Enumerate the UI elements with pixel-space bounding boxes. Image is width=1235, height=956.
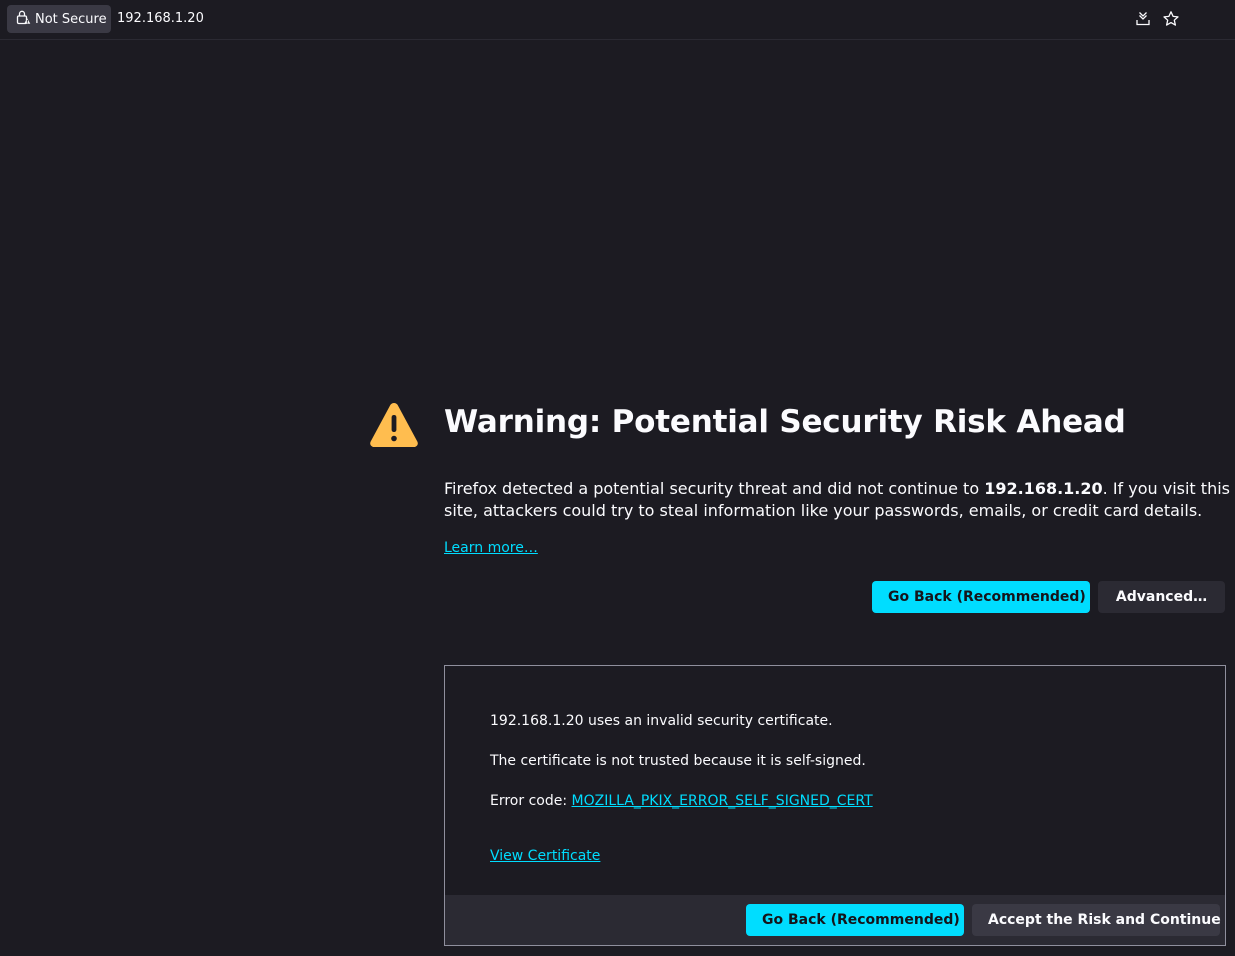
not-secure-indicator[interactable]: Not Secure: [7, 5, 111, 33]
warning-description: Firefox detected a potential security th…: [444, 479, 1230, 520]
view-certificate-link[interactable]: View Certificate: [490, 848, 600, 864]
view-certificate-line: View Certificate: [490, 848, 600, 864]
host-name: 192.168.1.20: [984, 479, 1103, 498]
self-signed-text: The certificate is not trusted because i…: [490, 753, 866, 769]
go-back-button[interactable]: Go Back (Recommended): [872, 581, 1090, 613]
error-code-label: Error code:: [490, 793, 572, 809]
error-code-line: Error code: MOZILLA_PKIX_ERROR_SELF_SIGN…: [490, 793, 873, 809]
url-text[interactable]: 192.168.1.20: [117, 3, 204, 35]
browser-toolbar: Not Secure 192.168.1.20: [0, 0, 1235, 40]
invalid-cert-text: 192.168.1.20 uses an invalid security ce…: [490, 713, 833, 729]
accept-risk-button[interactable]: Accept the Risk and Continue: [972, 904, 1221, 936]
not-secure-label: Not Secure: [35, 11, 107, 27]
advanced-panel: 192.168.1.20 uses an invalid security ce…: [444, 665, 1226, 946]
error-page: Warning: Potential Security Risk Ahead F…: [0, 40, 1235, 956]
insecure-lock-icon: [15, 9, 35, 29]
advanced-button[interactable]: Advanced…: [1098, 581, 1225, 613]
go-back-button-secondary[interactable]: Go Back (Recommended): [746, 904, 964, 936]
download-to-pocket-icon[interactable]: [1133, 9, 1153, 29]
warning-triangle-icon: [368, 400, 420, 450]
error-code-link[interactable]: MOZILLA_PKIX_ERROR_SELF_SIGNED_CERT: [572, 793, 873, 809]
star-icon[interactable]: [1161, 9, 1181, 29]
url-bar[interactable]: Not Secure 192.168.1.20: [5, 3, 1187, 35]
advanced-footer: Go Back (Recommended) Accept the Risk an…: [445, 895, 1225, 945]
learn-more-link[interactable]: Learn more…: [444, 540, 538, 556]
page-title: Warning: Potential Security Risk Ahead: [444, 404, 1126, 440]
